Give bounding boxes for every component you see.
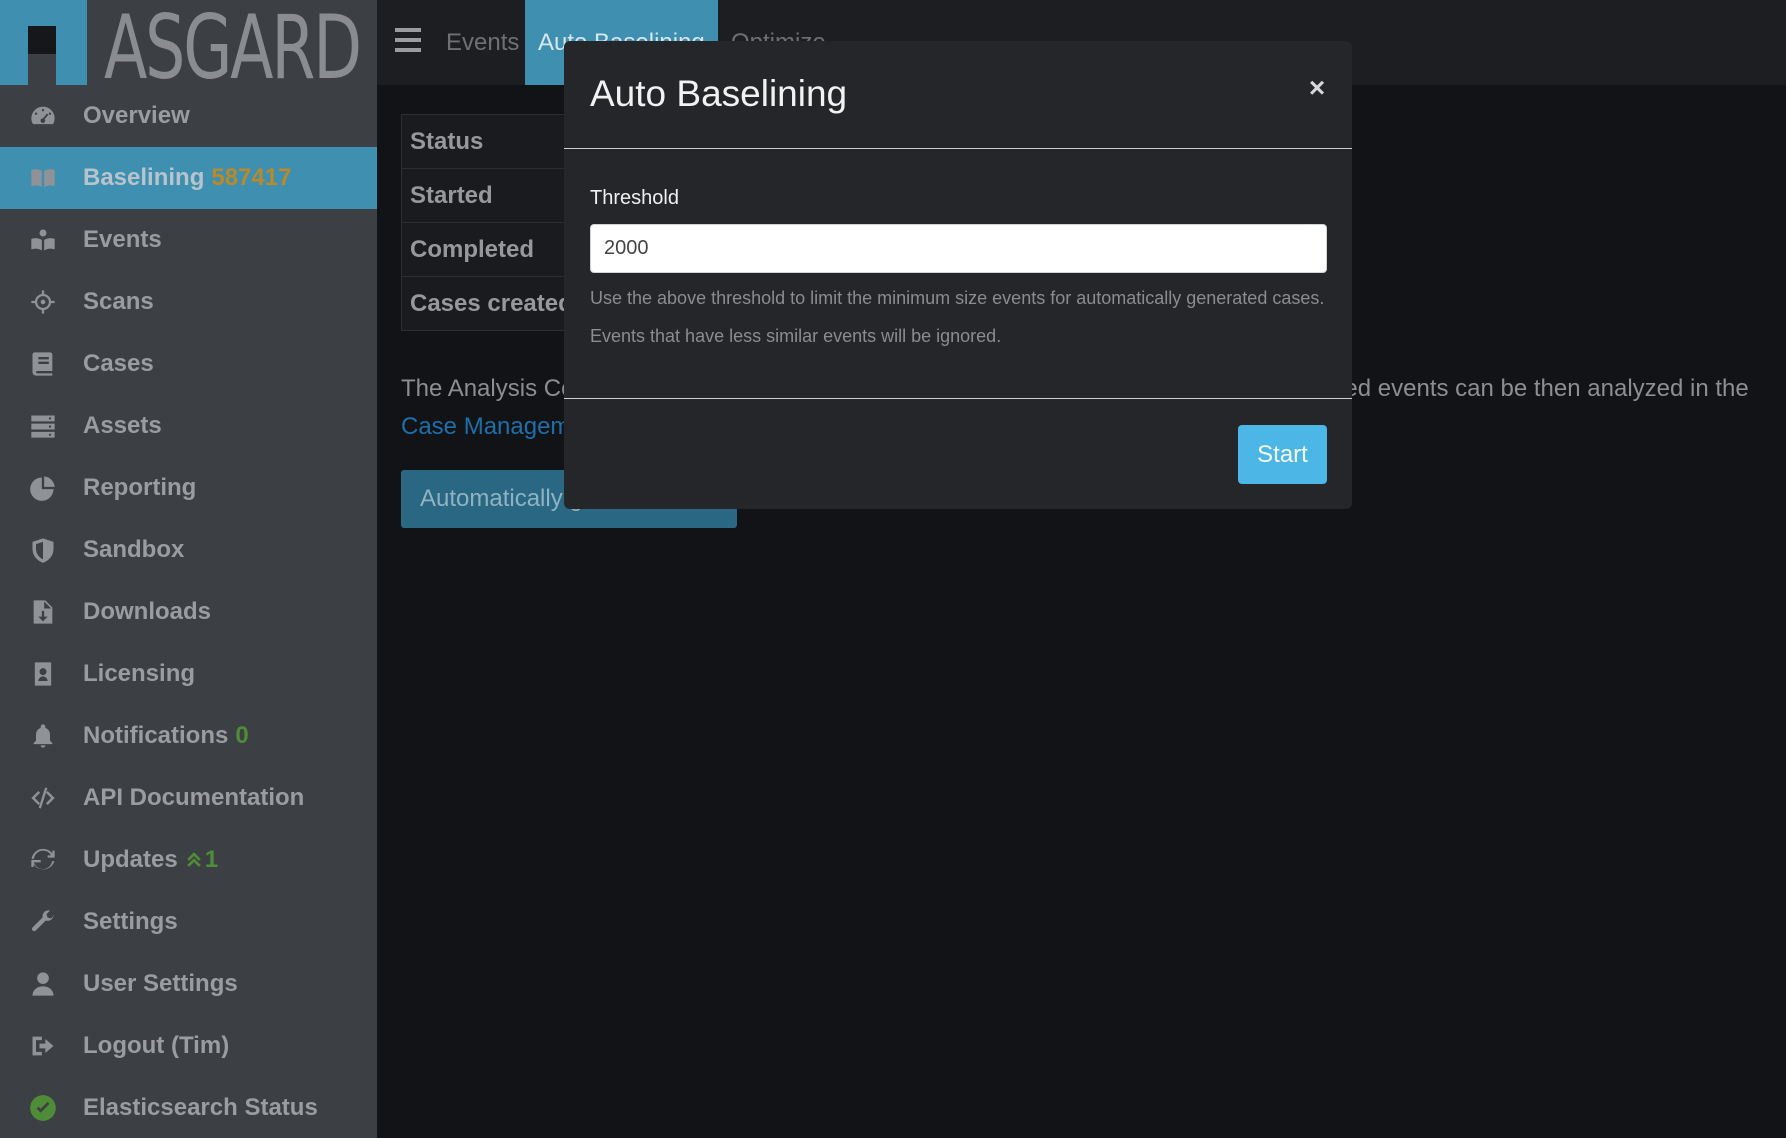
- threshold-input[interactable]: [590, 224, 1327, 273]
- server-icon: [28, 411, 58, 441]
- sidebar-item-label: Logout (Tim): [83, 1032, 230, 1059]
- modal-header: Auto Baselining ×: [564, 41, 1352, 149]
- sidebar-item-overview[interactable]: Overview: [0, 85, 377, 147]
- shield-icon: [28, 535, 58, 565]
- updates-count-badge: 1: [185, 846, 218, 874]
- help-line-1: Use the above threshold to limit the min…: [590, 288, 1325, 308]
- modal-footer-divider: [564, 398, 1352, 399]
- sidebar-item-label: Licensing: [83, 660, 196, 687]
- baselining-count-badge: 587417: [211, 164, 292, 191]
- user-icon: [28, 969, 58, 999]
- book-icon: [28, 163, 58, 193]
- sidebar-item-updates[interactable]: Updates 1: [0, 829, 377, 891]
- sidebar-item-cases[interactable]: Cases: [0, 333, 377, 395]
- tab-events[interactable]: Events: [433, 0, 532, 85]
- crosshair-icon: [28, 287, 58, 317]
- sidebar-item-baselining[interactable]: Baselining 587417: [0, 147, 377, 209]
- hamburger-menu-icon[interactable]: [395, 28, 421, 52]
- sidebar-item-scans[interactable]: Scans: [0, 271, 377, 333]
- cases-created-key: Cases created: [401, 276, 592, 331]
- sidebar-item-label: Assets: [83, 412, 162, 439]
- bell-icon: [28, 721, 58, 751]
- sidebar-item-label: API Documentation: [83, 784, 305, 811]
- sidebar-item-label: Baselining: [83, 164, 205, 191]
- completed-key: Completed: [401, 222, 592, 277]
- sidebar-item-label: Notifications: [83, 722, 229, 749]
- sidebar-item-label: Events: [83, 226, 162, 253]
- sidebar-item-logout[interactable]: Logout (Tim): [0, 1015, 377, 1077]
- auto-baselining-modal: Auto Baselining × Threshold Use the abov…: [564, 41, 1352, 509]
- sidebar-item-api-documentation[interactable]: API Documentation: [0, 767, 377, 829]
- sidebar-item-assets[interactable]: Assets: [0, 395, 377, 457]
- sidebar-item-label: Overview: [83, 102, 190, 129]
- sidebar-item-label: Settings: [83, 908, 178, 935]
- sidebar-item-licensing[interactable]: Licensing: [0, 643, 377, 705]
- dashboard-icon: [28, 101, 58, 131]
- logo-mark: [0, 0, 87, 85]
- sync-icon: [28, 845, 58, 875]
- sidebar-item-user-settings[interactable]: User Settings: [0, 953, 377, 1015]
- started-key: Started: [401, 168, 592, 223]
- sidebar-item-events[interactable]: Events: [0, 209, 377, 271]
- file-download-icon: [28, 597, 58, 627]
- threshold-label: Threshold: [590, 187, 679, 209]
- updates-count: 1: [204, 846, 219, 873]
- intro-text-middle: ed events can be then analyzed in the: [1344, 375, 1749, 402]
- id-badge-icon: [28, 659, 58, 689]
- sidebar-item-label: Downloads: [83, 598, 212, 625]
- sidebar-item-label: User Settings: [83, 970, 238, 997]
- start-button[interactable]: Start: [1238, 425, 1327, 484]
- sidebar-item-reporting[interactable]: Reporting: [0, 457, 377, 519]
- threshold-help-text: Use the above threshold to limit the min…: [590, 279, 1340, 355]
- wrench-icon: [28, 907, 58, 937]
- sidebar-item-label: Elasticsearch Status: [83, 1094, 318, 1121]
- sidebar-item-elasticsearch-status[interactable]: Elasticsearch Status: [0, 1077, 377, 1138]
- check-circle-icon: [28, 1093, 58, 1123]
- code-icon: [28, 783, 58, 813]
- sign-out-icon: [28, 1031, 58, 1061]
- sidebar-item-settings[interactable]: Settings: [0, 891, 377, 953]
- sidebar-item-notifications[interactable]: Notifications 0: [0, 705, 377, 767]
- events-icon: [28, 225, 58, 255]
- help-line-2: Events that have less similar events wil…: [590, 326, 1002, 346]
- logo-text: ASGARD: [104, 0, 362, 99]
- sidebar-item-downloads[interactable]: Downloads: [0, 581, 377, 643]
- close-icon[interactable]: ×: [1305, 74, 1329, 102]
- sidebar-item-sandbox[interactable]: Sandbox: [0, 519, 377, 581]
- sidebar-item-label: Scans: [83, 288, 154, 315]
- sidebar: Overview Baselining 587417 Events Scans …: [0, 85, 377, 1138]
- case-book-icon: [28, 349, 58, 379]
- pie-chart-icon: [28, 473, 58, 503]
- double-chevron-up-icon: [186, 852, 201, 867]
- sidebar-item-label: Cases: [83, 350, 154, 377]
- sidebar-item-label: Reporting: [83, 474, 197, 501]
- modal-title: Auto Baselining: [590, 73, 848, 114]
- sidebar-item-label: Sandbox: [83, 536, 185, 563]
- notifications-count-badge: 0: [235, 722, 249, 749]
- intro-text-start: The Analysis Coc: [401, 375, 587, 402]
- status-key: Status: [401, 114, 592, 169]
- sidebar-item-label: Updates: [83, 846, 178, 873]
- logo-area[interactable]: ASGARD: [0, 0, 377, 99]
